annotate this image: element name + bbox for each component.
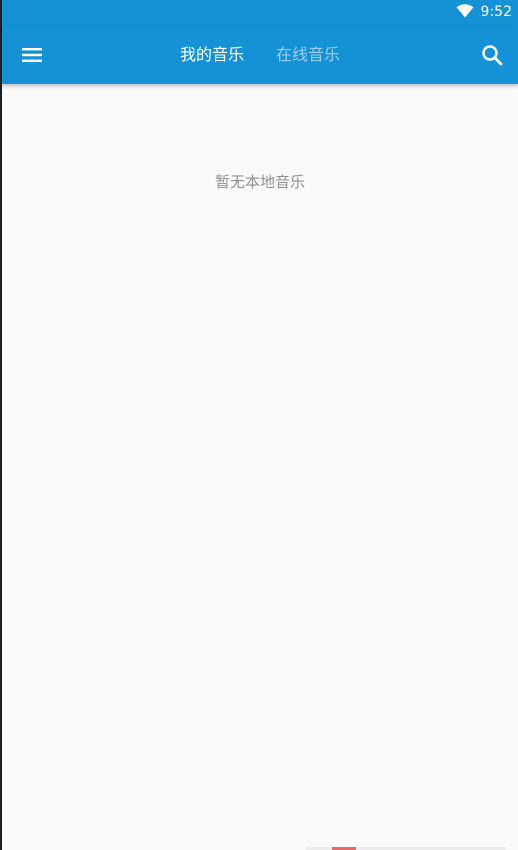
tab-bar: 我的音乐 在线音乐 — [2, 26, 518, 84]
app-toolbar: 我的音乐 在线音乐 — [2, 26, 518, 84]
empty-library-message: 暂无本地音乐 — [214, 173, 305, 191]
app-screen: 9:52 我的音乐 在线音乐 暂无本地音乐 — [2, 0, 518, 850]
status-time: 9:52 — [480, 4, 512, 20]
search-button[interactable] — [478, 41, 506, 69]
wifi-icon — [456, 4, 474, 18]
search-icon — [482, 45, 503, 66]
status-bar: 9:52 — [2, 0, 518, 26]
menu-button[interactable] — [18, 41, 46, 69]
tab-my-music[interactable]: 我的音乐 — [164, 45, 260, 65]
menu-icon — [22, 48, 42, 62]
tab-online-music[interactable]: 在线音乐 — [260, 45, 356, 65]
